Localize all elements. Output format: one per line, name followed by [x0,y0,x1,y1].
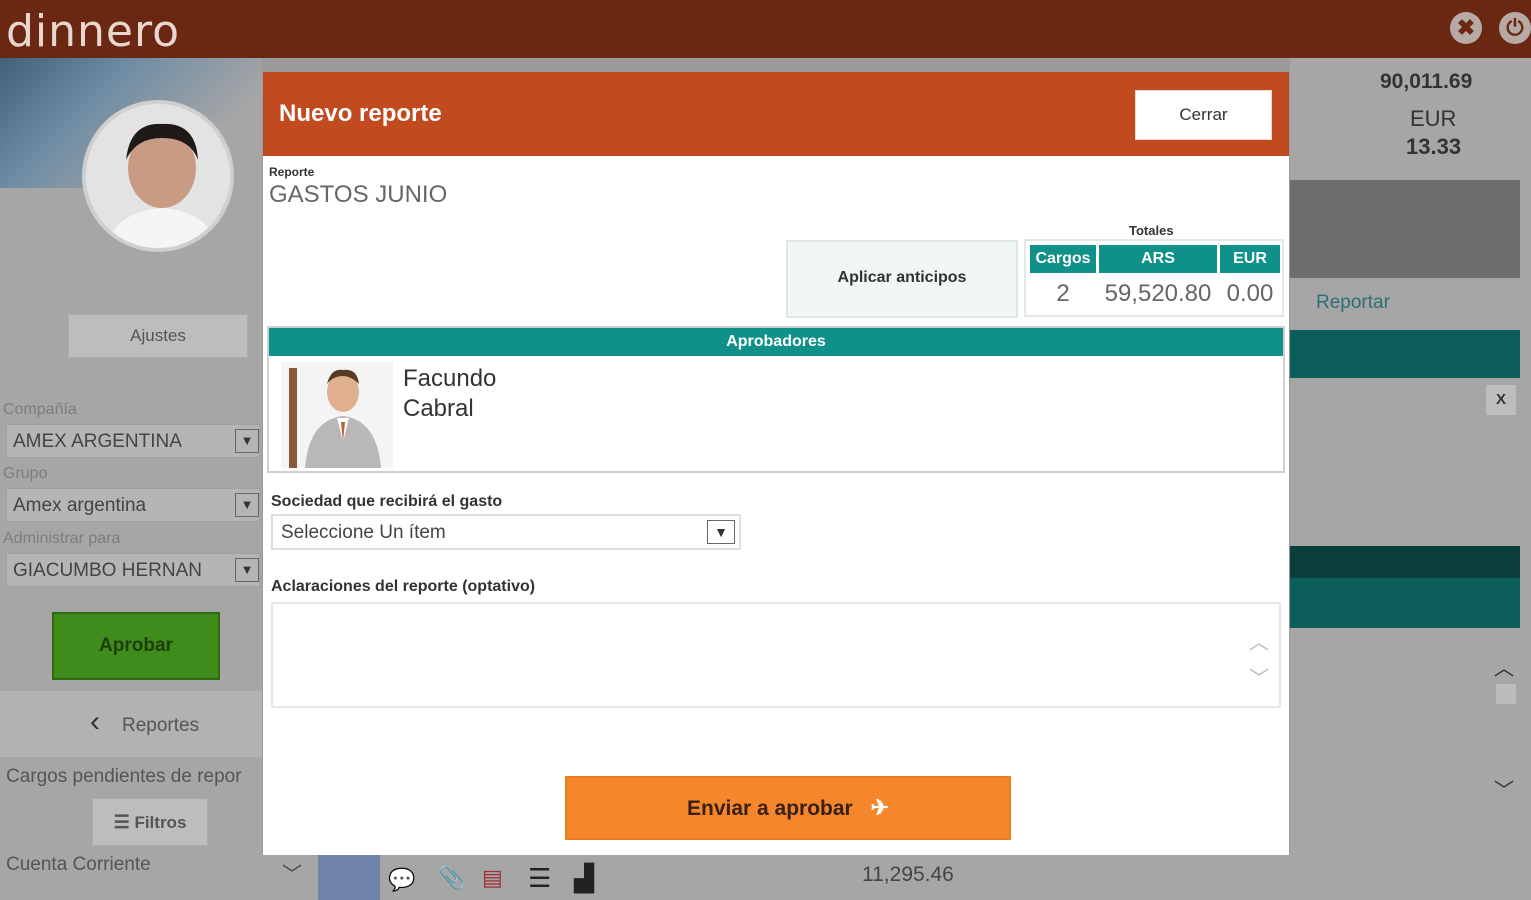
approver-avatar[interactable] [281,362,393,468]
totals-header-eur: EUR [1220,245,1280,273]
comment-icon[interactable]: 💬 [388,867,415,893]
approvers-panel: Aprobadores Facundo Cabral [267,326,1285,473]
company-select-value: Seleccione Un ítem [281,522,446,543]
manage-for-select[interactable]: GIACUMBO HERNAN ▼ [6,553,260,587]
attachment-icon[interactable]: 📎 [438,865,465,891]
group-select-value: Amex argentina [13,495,147,516]
modal-title: Nuevo reporte [279,100,442,127]
manage-for-value: GIACUMBO HERNAN [13,560,202,581]
dark-teal-band [1290,546,1520,578]
close-button[interactable]: Cerrar [1135,90,1272,140]
chevron-down-icon[interactable]: ▼ [707,520,735,544]
chevron-down-icon[interactable]: ▼ [235,558,259,582]
totals-value-charges: 2 [1056,280,1070,307]
tools-icon[interactable]: ✖ [1450,12,1482,44]
group-select[interactable]: Amex argentina ▼ [6,488,260,522]
company-select[interactable]: AMEX ARGENTINA ▼ [6,424,260,458]
paper-plane-icon: ✈ [870,795,889,820]
group-label: Grupo [3,465,48,482]
report-link[interactable]: Reportar [1316,292,1390,314]
scroll-up-icon[interactable]: ︿ [1494,652,1514,681]
notes-textarea[interactable]: ︿ ﹀ [271,602,1281,708]
list-icon[interactable]: ☰ [528,863,551,894]
filters-label: Filtros [134,813,187,832]
reports-nav[interactable]: ‹ Reportes [0,691,262,757]
reports-nav-label: Reportes [122,715,200,736]
chevron-down-icon[interactable]: ▼ [235,429,259,453]
app-logo: dinnero [6,6,181,57]
company-label: Compañía [3,401,77,418]
scroll-up-icon[interactable]: ︿ [1249,626,1269,655]
company-field-label: Sociedad que recibirá el gasto [271,493,503,510]
report-label: Reporte [269,165,315,179]
scroll-down-icon[interactable]: ﹀ [1249,662,1269,691]
totals-header-ars: ARS [1099,245,1217,273]
new-report-modal: Nuevo reporte Cerrar Reporte GASTOS JUNI… [263,72,1289,855]
close-x-button[interactable]: X [1486,385,1516,415]
pdf-icon[interactable]: ▤ [482,865,503,891]
apply-advances-button[interactable]: Aplicar anticipos [786,240,1018,318]
send-to-approve-label: Enviar a aprobar [686,797,853,820]
approver-last-name: Cabral [403,395,474,422]
eur-balance: 13.33 [1406,134,1462,159]
card-icon[interactable] [318,855,380,900]
filters-button[interactable]: ☰ Filtros [92,798,208,846]
filters-icon: ☰ [113,812,130,832]
account-label: Cuenta Corriente [6,854,151,875]
approver-name: Facundo Cabral [403,364,496,424]
approve-button[interactable]: Aprobar [52,612,220,680]
totals-table: Cargos ARS EUR 2 59,520.80 0.00 [1024,239,1284,317]
chevron-left-icon: ‹ [90,705,100,738]
power-icon[interactable]: ⏻ [1499,12,1531,44]
top-bar: dinnero ✖ ⏻ [0,0,1531,58]
totals-value-ars: 59,520.80 [1104,280,1212,307]
scrollbar-thumb[interactable] [1496,684,1516,704]
teal-band [1290,330,1520,378]
totals-label: Totales [1129,223,1174,238]
teal-band-2 [1290,578,1520,628]
ars-balance: 90,011.69 [1380,70,1473,93]
company-select-value: AMEX ARGENTINA [13,431,182,452]
totals-value-eur: 0.00 [1226,280,1274,307]
right-panel: 90,011.69 EUR 13.33 Reportar X ︿ ﹀ [1290,58,1531,900]
sidebar: Ajustes Compañía AMEX ARGENTINA ▼ Grupo … [0,58,262,900]
gray-block [1290,180,1520,278]
background-strip [262,58,1290,72]
report-name: GASTOS JUNIO [269,181,448,208]
modal-header: Nuevo reporte Cerrar [263,72,1289,156]
manage-for-label: Administrar para [3,530,121,547]
send-to-approve-button[interactable]: Enviar a aprobar ✈ [565,776,1011,840]
chevron-down-icon[interactable]: ▼ [235,493,259,517]
notes-label: Aclaraciones del reporte (optativo) [271,578,536,595]
avatar[interactable] [82,100,234,252]
eur-label: EUR [1410,106,1457,131]
scroll-down-icon[interactable]: ﹀ [1494,774,1514,803]
settings-button[interactable]: Ajustes [68,314,248,358]
pending-charges-label: Cargos pendientes de repor [6,766,242,787]
approver-first-name: Facundo [403,365,497,392]
company-select[interactable]: Seleccione Un ítem ▼ [271,514,741,550]
approvers-header: Aprobadores [269,328,1283,356]
bottom-amount: 11,295.46 [862,863,954,886]
totals-header-charges: Cargos [1030,245,1096,273]
factory-icon[interactable]: ▟ [574,863,594,894]
account-chevron-icon[interactable]: ﹀ [282,858,302,887]
bottom-toolbar: 💬 📎 ▤ ☰ ▟ 11,295.46 [262,855,1290,900]
